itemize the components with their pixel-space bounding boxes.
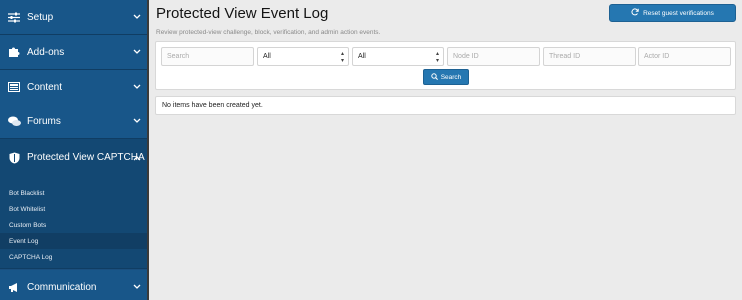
sidebar-item-bot-blacklist[interactable]: Bot Blacklist [0,185,147,201]
search-icon [430,72,438,82]
node-id-input[interactable]: Node ID [447,47,540,66]
chevron-down-icon [133,47,141,58]
chevron-down-icon [133,12,141,23]
content-icon [7,80,21,94]
megaphone-icon [7,280,21,294]
filter-panel: Search All ▴ ▾ All ▴ ▾ Node ID Thread ID A… [155,41,736,90]
filter-select-2[interactable]: All ▴ ▾ [352,47,444,66]
search-button-label: Search [440,73,462,81]
puzzle-icon [7,45,21,59]
shield-icon [7,151,21,165]
sidebar-section-content[interactable]: Content [0,70,147,105]
sidebar: Setup Add-ons Content Forums Protected V… [0,0,147,300]
sidebar-section-communication[interactable]: Communication [0,270,147,300]
sidebar-section-label: Communication [27,281,97,293]
sidebar-item-event-log[interactable]: Event Log [0,233,147,249]
sidebar-section-protected-view-captcha[interactable]: Protected View CAPTCHA Bot Blacklist Bot… [0,139,147,269]
chevron-up-icon [133,152,141,166]
results-panel: No items have been created yet. [155,96,736,115]
empty-message: No items have been created yet. [162,102,263,109]
page-subtitle: Review protected-view challenge, block, … [156,29,381,36]
sidebar-section-forums[interactable]: Forums [0,104,147,139]
sidebar-item-bot-whitelist[interactable]: Bot Whitelist [0,201,147,217]
refresh-icon [631,8,639,18]
reset-button-label: Reset guest verifications [643,9,714,17]
filter-select-1[interactable]: All ▴ ▾ [257,47,349,66]
chevron-down-icon [133,82,141,93]
page-title: Protected View Event Log [156,5,329,22]
chevron-down-icon [133,116,141,127]
select-value: All [263,53,271,60]
reset-guest-verifications-button[interactable]: Reset guest verifications [609,4,736,22]
sidebar-section-add-ons[interactable]: Add-ons [0,35,147,70]
select-arrows-icon: ▴ ▾ [435,50,439,64]
sidebar-section-label: Setup [27,11,54,23]
select-value: All [358,53,366,60]
chevron-down-icon [133,282,141,293]
forums-icon [7,114,21,128]
actor-id-input[interactable]: Actor ID [638,47,731,66]
sidebar-section-label: Forums [27,115,61,127]
search-input[interactable]: Search [161,47,254,66]
sidebar-section-setup[interactable]: Setup [0,0,147,35]
select-arrows-icon: ▴ ▾ [340,50,344,64]
sidebar-section-label: Add-ons [27,46,65,58]
sidebar-item-captcha-log[interactable]: CAPTCHA Log [0,249,147,265]
search-button[interactable]: Search [423,69,469,85]
sliders-icon [7,10,21,24]
sidebar-divider [147,0,149,300]
sidebar-item-custom-bots[interactable]: Custom Bots [0,217,147,233]
thread-id-input[interactable]: Thread ID [543,47,636,66]
sidebar-section-label: Protected View CAPTCHA [27,152,145,163]
sidebar-section-label: Content [27,81,63,93]
